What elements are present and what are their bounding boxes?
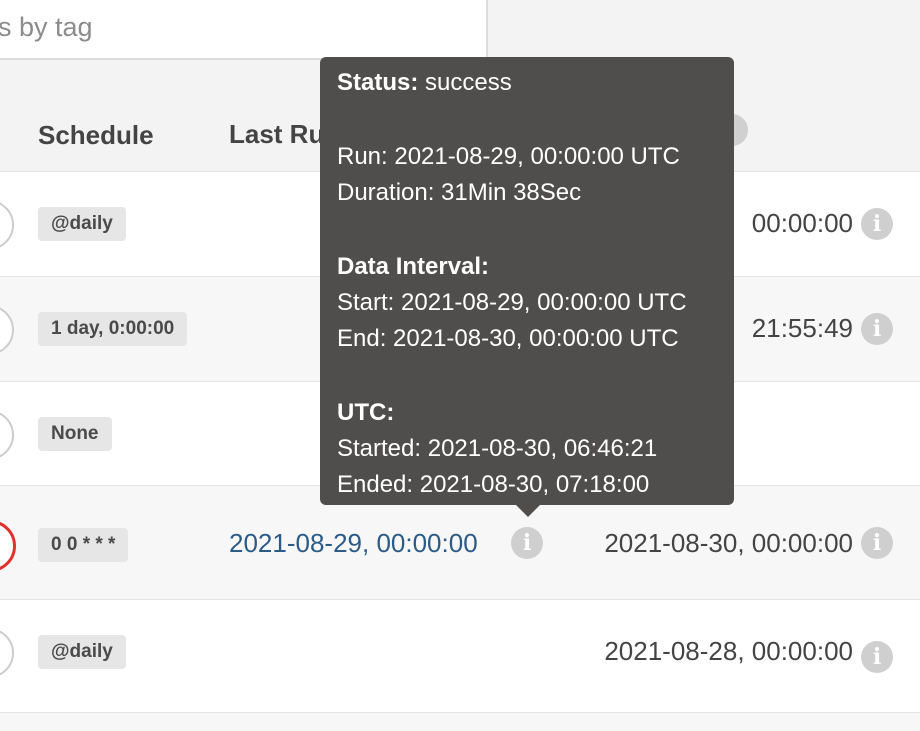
schedule-badge: 0 0 * * * [38,528,129,562]
info-icon[interactable]: i [511,527,543,559]
tooltip-run: Run: 2021-08-29, 00:00:00 UTC [337,143,680,170]
tooltip-utc-heading: UTC: [337,399,395,426]
next-run-value: 00:00:00 [751,208,853,238]
search-placeholder: s by tag [0,12,93,42]
schedule-badge: @daily [38,207,126,241]
next-run-value: 21:55:49 [751,313,853,343]
status-circle[interactable] [0,628,14,678]
table-row [0,712,920,731]
info-icon[interactable]: i [861,641,893,673]
tooltip-interval-start: Start: 2021-08-29, 00:00:00 UTC [337,289,687,316]
tooltip-status-line: Status: success [337,65,734,101]
tooltip-status-label: Status: [337,69,419,96]
tooltip-started: Started: 2021-08-30, 06:46:21 [337,435,658,462]
tooltip-interval-end: End: 2021-08-30, 00:00:00 UTC [337,325,679,352]
tooltip-ended: Ended: 2021-08-30, 07:18:00 [337,471,650,498]
tooltip-duration: Duration: 31Min 38Sec [337,179,582,206]
last-run-column-header[interactable]: Last Ru [229,119,324,150]
tooltip-arrow [516,505,540,517]
info-icon[interactable]: i [861,313,893,345]
search-input[interactable]: s by tag [0,0,488,60]
info-icon[interactable]: i [861,527,893,559]
status-circle-failed[interactable] [0,520,16,572]
info-icon[interactable]: i [861,208,893,240]
status-circle[interactable] [0,305,14,355]
next-run-value: 2021-08-30, 00:00:00 [604,528,853,558]
run-details-tooltip: Status: success Run: 2021-08-29, 00:00:0… [320,57,734,517]
tooltip-status-value: success [425,69,512,96]
table-row: @daily 2021-08-28, 00:00:00 i [0,599,920,704]
status-circle[interactable] [0,410,14,460]
status-circle[interactable] [0,200,14,250]
schedule-badge: @daily [38,635,126,669]
next-run-value: 2021-08-28, 00:00:00 [604,636,853,666]
schedule-badge: None [38,417,112,451]
schedule-badge: 1 day, 0:00:00 [38,312,188,346]
last-run-link[interactable]: 2021-08-29, 00:00:00 [229,528,478,559]
schedule-column-header[interactable]: Schedule [38,120,154,151]
tooltip-interval-heading: Data Interval: [337,253,490,280]
